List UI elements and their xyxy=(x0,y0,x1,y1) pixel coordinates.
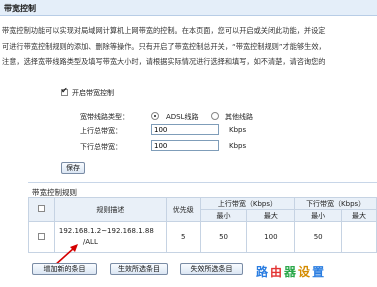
save-button[interactable]: 保存 xyxy=(61,162,85,174)
line-type-label: 宽带线路类型： xyxy=(80,113,129,121)
panel-header: 带宽控制 xyxy=(0,0,377,16)
col-down-min: 最小 xyxy=(294,209,343,222)
watermark-char: 置 xyxy=(312,265,327,279)
select-all-cell xyxy=(28,197,55,222)
other-line-radio-label: 其他线路 xyxy=(225,113,253,121)
row-down-max xyxy=(341,221,377,253)
intro-line: 带宽控制功能可以实现对局域网计算机上网带宽的控制。在本页面，您可以开启或关闭此功… xyxy=(2,26,326,35)
other-line-radio[interactable] xyxy=(211,112,219,120)
col-desc: 规则描述 xyxy=(53,197,167,222)
watermark-char: 由 xyxy=(270,265,285,279)
download-total-label: 下行总带宽： xyxy=(80,143,122,151)
intro-line: 注意，选择宽带线路类型及填写带宽大小时，请根据实际情况进行选择和填写，如不清楚，… xyxy=(2,57,326,66)
col-download: 下行带宽（Kbps） xyxy=(294,197,377,210)
row-down-min: 50 xyxy=(294,221,343,253)
upload-total-input[interactable] xyxy=(151,124,219,135)
row-select-cell xyxy=(28,221,55,253)
watermark-char: 路 xyxy=(256,265,271,279)
watermark-char: 设 xyxy=(298,265,313,279)
enable-bandwidth-checkbox[interactable] xyxy=(61,86,68,96)
select-all-checkbox[interactable] xyxy=(37,205,45,212)
row-priority: 5 xyxy=(165,221,201,253)
download-total-input[interactable] xyxy=(151,140,219,151)
adsl-radio[interactable] xyxy=(151,112,159,120)
intro-text: 带宽控制功能可以实现对局域网计算机上网带宽的控制。在本页面，您可以开启或关闭此功… xyxy=(2,23,377,70)
adsl-radio-label: ADSL线路 xyxy=(166,113,199,121)
disable-selected-button[interactable]: 失效所选条目 xyxy=(180,263,243,275)
row-checkbox[interactable] xyxy=(37,232,45,240)
watermark: 路由器设置 xyxy=(256,263,326,280)
col-up-min: 最小 xyxy=(199,209,248,222)
intro-line: 可进行带宽控制规则的添加、删除等操作。只有开启了带宽控制总开关，“带宽控制规则”… xyxy=(2,41,326,51)
col-priority: 优先级 xyxy=(165,197,201,222)
col-upload: 上行带宽（Kbps） xyxy=(199,197,296,210)
col-up-max: 最大 xyxy=(246,209,296,222)
row-up-min: 50 xyxy=(199,221,248,253)
row-desc-ip: 192.168.1.2~192.168.1.88 xyxy=(58,227,154,235)
enable-bandwidth-label: 开启带宽控制 xyxy=(72,89,114,97)
upload-total-label: 上行总带宽： xyxy=(80,127,122,135)
download-unit: Kbps xyxy=(229,142,247,150)
enable-selected-button[interactable]: 生效所选条目 xyxy=(110,263,168,275)
page-title: 带宽控制 xyxy=(4,4,36,13)
col-down-max: 最大 xyxy=(341,209,377,222)
watermark-char: 器 xyxy=(284,265,299,279)
divider xyxy=(28,182,377,183)
add-entry-button[interactable]: 增加新的条目 xyxy=(32,263,97,275)
row-up-max: 100 xyxy=(246,221,296,253)
upload-unit: Kbps xyxy=(229,126,247,134)
